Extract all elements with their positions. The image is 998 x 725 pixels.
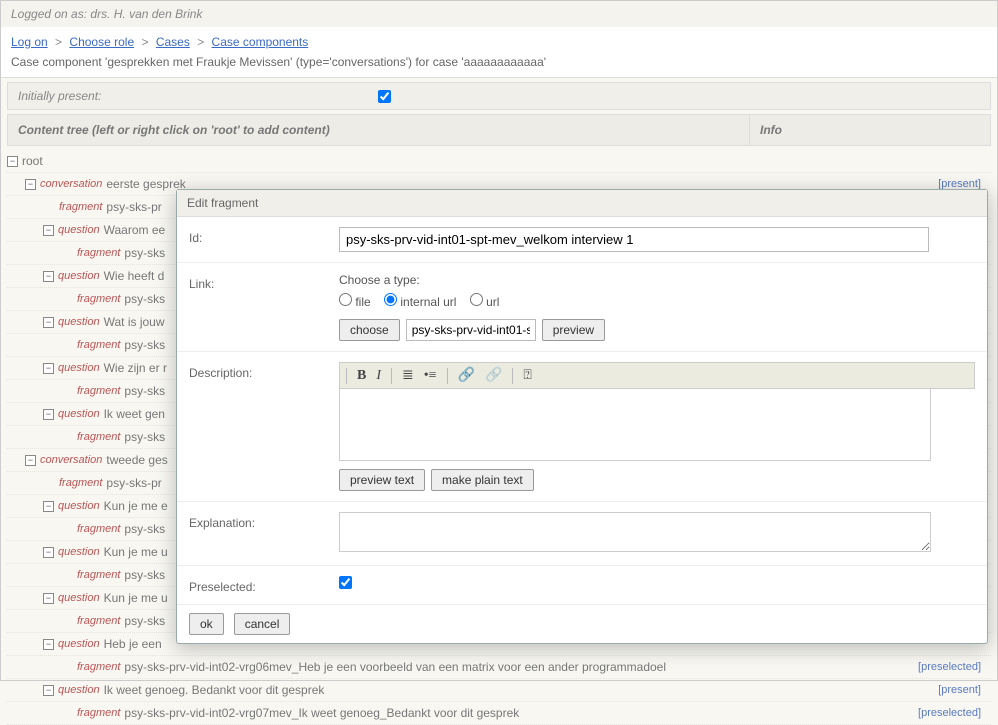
tree-node[interactable]: fragment psy-sks-prv-vid-int02-vrg07mev_… [7,702,991,725]
info-badge: [preselected] [918,707,991,719]
bc-sep: > [197,35,204,49]
tree-node[interactable]: − question Ik weet genoeg. Bedankt voor … [7,679,991,702]
radio-file[interactable] [339,293,352,306]
bc-sep: > [55,35,62,49]
ordered-list-icon[interactable]: ≣ [402,367,414,384]
bc-logon[interactable]: Log on [11,35,48,49]
rte-toolbar: B I ≣ •≡ 🔗 🔗 ⍰ [339,362,975,389]
preselected-label: Preselected: [189,576,339,594]
radio-url-label[interactable]: url [470,295,500,309]
form-row-preselected: Preselected: [177,566,987,605]
description-label: Description: [189,362,339,380]
ok-button[interactable]: ok [189,613,224,635]
toolbar-sep [447,368,448,384]
bc-case-components[interactable]: Case components [212,35,309,49]
login-status: Logged on as: drs. H. van den Brink [1,1,997,27]
unlink-icon[interactable]: 🔗 [485,367,502,384]
collapse-icon[interactable]: − [43,271,54,282]
bc-cases[interactable]: Cases [156,35,190,49]
collapse-icon[interactable]: − [43,593,54,604]
info-badge: [present] [938,684,991,696]
edit-fragment-dialog: Edit fragment Id: Link: Choose a type: f… [176,189,988,644]
choose-type-label: Choose a type: [339,273,975,287]
col-info-header: Info [750,115,990,145]
make-plain-text-button[interactable]: make plain text [431,469,534,491]
collapse-icon[interactable]: − [43,547,54,558]
collapse-icon[interactable]: − [7,156,18,167]
form-row-id: Id: [177,217,987,263]
bc-choose-role[interactable]: Choose role [69,35,134,49]
preview-text-button[interactable]: preview text [339,469,425,491]
bc-sep: > [141,35,148,49]
dialog-button-row: ok cancel [177,605,987,643]
description-editor[interactable] [339,389,931,461]
radio-internal-label[interactable]: internal url [384,295,456,309]
link-value-input[interactable] [406,319,536,341]
id-input[interactable] [339,227,929,252]
initially-present-checkbox[interactable] [378,90,391,103]
italic-icon[interactable]: I [376,368,381,384]
initially-present-label: Initially present: [18,89,378,103]
collapse-icon[interactable]: − [43,363,54,374]
explanation-label: Explanation: [189,512,339,530]
preselected-checkbox[interactable] [339,576,352,589]
bold-icon[interactable]: B [357,368,366,384]
tree-node[interactable]: fragment psy-sks-prv-vid-int02-vrg06mev_… [7,656,991,679]
tree-root[interactable]: − root [7,150,991,173]
collapse-icon[interactable]: − [43,317,54,328]
collapse-icon[interactable]: − [43,409,54,420]
collapse-icon[interactable]: − [43,639,54,650]
info-badge: [preselected] [918,661,991,673]
col-tree-header: Content tree (left or right click on 'ro… [8,115,750,145]
id-label: Id: [189,227,339,245]
collapse-icon[interactable]: − [43,225,54,236]
radio-url[interactable] [470,293,483,306]
choose-button[interactable]: choose [339,319,400,341]
preview-button[interactable]: preview [542,319,605,341]
explanation-textarea[interactable] [339,512,931,552]
toolbar-sep [346,368,347,384]
form-row-description: Description: B I ≣ •≡ 🔗 🔗 ⍰ preview text… [177,352,987,502]
radio-internal-url[interactable] [384,293,397,306]
unordered-list-icon[interactable]: •≡ [424,368,437,384]
collapse-icon[interactable]: − [25,455,36,466]
toolbar-sep [512,368,513,384]
collapse-icon[interactable]: − [25,179,36,190]
link-label: Link: [189,273,339,291]
form-row-explanation: Explanation: [177,502,987,566]
dialog-title: Edit fragment [177,190,987,217]
initially-present-row: Initially present: [7,82,991,110]
form-row-link: Link: Choose a type: file internal url u… [177,263,987,352]
cancel-button[interactable]: cancel [234,613,291,635]
columns-header: Content tree (left or right click on 'ro… [7,114,991,146]
radio-file-label[interactable]: file [339,295,371,309]
collapse-icon[interactable]: − [43,501,54,512]
help-icon[interactable]: ⍰ [523,368,531,384]
link-icon[interactable]: 🔗 [458,367,475,384]
collapse-icon[interactable]: − [43,685,54,696]
toolbar-sep [391,368,392,384]
page-subtitle: Case component 'gesprekken met Fraukje M… [1,53,997,78]
breadcrumb: Log on > Choose role > Cases > Case comp… [1,27,997,53]
